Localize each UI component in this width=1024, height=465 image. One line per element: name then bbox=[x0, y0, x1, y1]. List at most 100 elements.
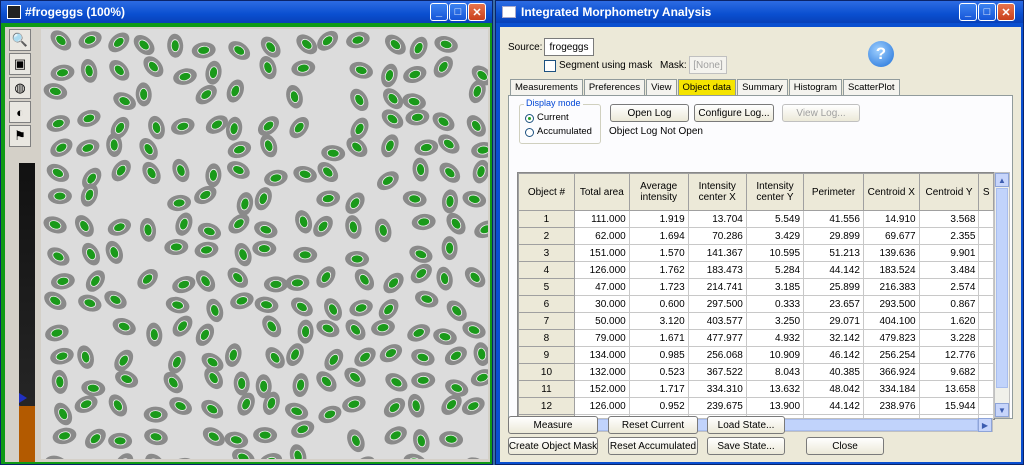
zoom-tool[interactable]: 🔍 bbox=[9, 29, 31, 51]
image-window[interactable]: #frogeggs (100%) _ □ ✕ 🔍 ▣ ◍ ◐ ⚑ bbox=[0, 0, 493, 465]
table-row[interactable]: 5 47.000 1.723 214.741 3.185 25.899 216.383 2.5… bbox=[518, 278, 994, 296]
contrast-tool[interactable]: ◐ bbox=[9, 101, 31, 123]
egg-cell bbox=[148, 115, 165, 140]
image-canvas[interactable] bbox=[41, 29, 488, 459]
save-state-button[interactable]: Save State... bbox=[707, 437, 785, 455]
threshold-marker-top[interactable] bbox=[19, 393, 27, 403]
analysis-window-titlebar[interactable]: Integrated Morphometry Analysis _ □ ✕ bbox=[496, 1, 1023, 23]
table-cell: 3.120 bbox=[628, 312, 689, 330]
measure-tool[interactable]: ⚑ bbox=[9, 125, 31, 147]
maximize-button[interactable]: □ bbox=[978, 3, 996, 21]
tab-summary[interactable]: Summary bbox=[737, 79, 788, 96]
egg-cell bbox=[413, 429, 430, 453]
minimize-button[interactable]: _ bbox=[959, 3, 977, 21]
mask-selector[interactable]: [None] bbox=[689, 56, 727, 74]
column-header[interactable]: Object # bbox=[518, 173, 575, 211]
column-header[interactable]: Average intensity bbox=[628, 173, 689, 211]
table-row[interactable]: 9 134.000 0.985 256.068 10.909 46.142 256.254 1… bbox=[518, 346, 994, 364]
configure-log-button[interactable]: Configure Log... bbox=[694, 104, 774, 122]
mask-label: Mask: bbox=[660, 60, 687, 71]
help-icon[interactable]: ? bbox=[868, 41, 894, 67]
reset-current-button[interactable]: Reset Current bbox=[608, 416, 698, 434]
tab-preferences[interactable]: Preferences bbox=[583, 79, 646, 96]
object-data-table[interactable]: Object # Total area Average intensity Inten… bbox=[517, 172, 995, 420]
column-header[interactable]: S bbox=[978, 173, 994, 211]
egg-cell bbox=[465, 457, 488, 459]
egg-cell bbox=[324, 348, 344, 371]
egg-cell bbox=[107, 218, 132, 236]
tab-measurements[interactable]: Measurements bbox=[510, 79, 583, 96]
color-tool[interactable]: ◍ bbox=[9, 77, 31, 99]
minimize-button[interactable]: _ bbox=[430, 3, 448, 21]
tab-scatterplot[interactable]: ScatterPlot bbox=[843, 79, 900, 96]
scroll-thumb[interactable] bbox=[996, 188, 1008, 388]
egg-cell bbox=[291, 420, 315, 438]
egg-cell bbox=[252, 240, 277, 257]
analysis-window-icon bbox=[502, 6, 516, 18]
table-cell: 132.000 bbox=[573, 363, 630, 381]
radio-current[interactable] bbox=[525, 114, 534, 123]
egg-cell bbox=[45, 324, 69, 342]
close-dialog-button[interactable]: Close bbox=[806, 437, 884, 455]
column-header[interactable]: Total area bbox=[573, 173, 630, 211]
column-header[interactable]: Centroid X bbox=[862, 173, 920, 211]
egg-cell bbox=[76, 139, 100, 157]
egg-cell bbox=[349, 61, 373, 79]
close-button[interactable]: ✕ bbox=[997, 3, 1015, 21]
analysis-client: Source: frogeggs Segment using mask Mask… bbox=[500, 27, 1021, 462]
image-window-titlebar[interactable]: #frogeggs (100%) _ □ ✕ bbox=[1, 1, 492, 23]
tab-view[interactable]: View bbox=[646, 79, 677, 96]
egg-cell bbox=[446, 212, 466, 235]
column-header[interactable]: Intensity center Y bbox=[745, 173, 805, 211]
segment-label: Segment using mask bbox=[559, 60, 653, 71]
column-header[interactable]: Perimeter bbox=[803, 173, 864, 211]
close-button[interactable]: ✕ bbox=[468, 3, 486, 21]
radio-accumulated[interactable] bbox=[525, 128, 534, 137]
vertical-scrollbar[interactable]: ▲ ▼ bbox=[994, 172, 1010, 418]
table-row[interactable]: 3 151.000 1.570 141.367 10.595 51.213 139.636 9… bbox=[518, 244, 994, 262]
egg-cell bbox=[474, 220, 488, 239]
segment-checkbox[interactable] bbox=[544, 60, 556, 72]
column-header[interactable]: Centroid Y bbox=[918, 173, 980, 211]
scroll-right-icon[interactable]: ▶ bbox=[978, 418, 992, 432]
view-log-button[interactable]: View Log... bbox=[782, 104, 860, 122]
scroll-down-icon[interactable]: ▼ bbox=[995, 403, 1009, 417]
roi-tool[interactable]: ▣ bbox=[9, 53, 31, 75]
table-row[interactable]: 4 126.000 1.762 183.473 5.284 44.142 183.524 3.… bbox=[518, 261, 994, 279]
measure-button[interactable]: Measure bbox=[508, 416, 598, 434]
egg-cell bbox=[317, 30, 339, 51]
table-row[interactable]: 12 126.000 0.952 239.675 13.900 44.142 238.976… bbox=[518, 397, 994, 415]
open-log-button[interactable]: Open Log bbox=[610, 104, 689, 122]
table-cell bbox=[978, 244, 994, 262]
table-cell: 2 bbox=[518, 227, 575, 245]
table-cell: 23.657 bbox=[803, 295, 864, 313]
tab-object-data[interactable]: Object data bbox=[677, 79, 737, 96]
column-header[interactable]: Intensity center X bbox=[687, 173, 747, 211]
scroll-up-icon[interactable]: ▲ bbox=[995, 173, 1009, 187]
table-row[interactable]: 1 111.000 1.919 13.704 5.549 41.556 14.910 3.56… bbox=[518, 210, 994, 228]
table-cell: 13.900 bbox=[745, 397, 805, 415]
table-row[interactable]: 6 30.000 0.600 297.500 0.333 23.657 293.500 0.8… bbox=[518, 295, 994, 313]
table-row[interactable]: 2 62.000 1.694 70.286 3.429 29.899 69.677 2.355 bbox=[518, 227, 994, 245]
maximize-button[interactable]: □ bbox=[449, 3, 467, 21]
table-row[interactable]: 10 132.000 0.523 367.522 8.043 40.385 366.924 9… bbox=[518, 363, 994, 381]
egg-cell bbox=[385, 373, 408, 392]
tab-histogram[interactable]: Histogram bbox=[788, 79, 843, 96]
table-row[interactable]: 8 79.000 1.671 477.977 4.932 32.142 479.823 3.2… bbox=[518, 329, 994, 347]
load-state-button[interactable]: Load State... bbox=[707, 416, 785, 434]
egg-cell bbox=[112, 317, 136, 336]
table-cell: 152.000 bbox=[573, 380, 630, 398]
table-row[interactable]: 11 152.000 1.717 334.310 13.632 48.042 334.184… bbox=[518, 380, 994, 398]
analysis-window[interactable]: Integrated Morphometry Analysis _ □ ✕ So… bbox=[495, 0, 1024, 465]
frog-eggs-image bbox=[43, 30, 488, 459]
table-cell bbox=[978, 363, 994, 381]
egg-cell bbox=[473, 342, 488, 366]
table-cell: 12.776 bbox=[918, 346, 980, 364]
egg-cell bbox=[409, 245, 433, 263]
create-object-mask-button[interactable]: Create Object Mask bbox=[508, 437, 598, 455]
reset-accumulated-button[interactable]: Reset Accumulated bbox=[608, 437, 698, 455]
egg-cell bbox=[446, 300, 467, 322]
source-selector[interactable]: frogeggs bbox=[544, 38, 594, 56]
egg-cell bbox=[412, 157, 429, 182]
table-row[interactable]: 7 50.000 3.120 403.577 3.250 29.071 404.100 1.6… bbox=[518, 312, 994, 330]
